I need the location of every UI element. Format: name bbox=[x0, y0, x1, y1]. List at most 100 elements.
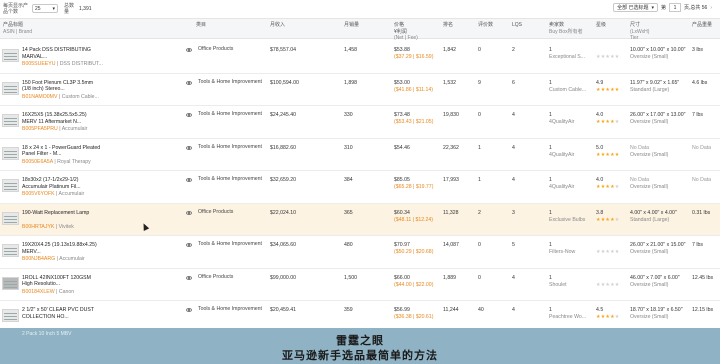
revenue: $20,459.41 bbox=[270, 307, 296, 313]
header-price[interactable]: 价格 ¥利润 (Net | Fee) bbox=[394, 22, 418, 42]
asin-link[interactable]: B005PFA5PRU bbox=[22, 126, 58, 132]
product-title[interactable]: 16X25X5 (15.38x25.5x5.25) MERV 11 Afterm… bbox=[22, 112, 102, 125]
product-thumbnail[interactable] bbox=[2, 49, 19, 62]
monthly-sales: 365 bbox=[344, 209, 353, 216]
product-title[interactable]: 2 1/2" x 50' CLEAR PVC DUST COLLECTION H… bbox=[22, 307, 102, 320]
buybox-owner: Shoulet bbox=[549, 281, 567, 288]
eye-icon[interactable] bbox=[186, 243, 192, 247]
price: $56.99 bbox=[394, 307, 410, 313]
product-weight: 12.15 lbs bbox=[692, 307, 714, 313]
product-thumbnail[interactable] bbox=[2, 211, 19, 225]
header-lqs[interactable]: LQS bbox=[512, 22, 522, 29]
size-tier: Oversize (Small) bbox=[630, 314, 669, 320]
eye-icon[interactable] bbox=[186, 275, 192, 280]
product-title[interactable]: 190-Watt Replacement Lamp bbox=[22, 210, 102, 217]
per-page-select[interactable]: 25 ▾ bbox=[32, 4, 58, 13]
page-suffix: 页,总共 56 bbox=[683, 5, 708, 11]
eye-icon[interactable] bbox=[186, 80, 192, 85]
header-size[interactable]: 尺寸 (LxWxH) Tier bbox=[630, 22, 649, 42]
category: Tools & Home Improvement bbox=[198, 176, 263, 182]
monthly-sales: 330 bbox=[344, 112, 353, 118]
net-fee: ($48.11 | $12.24) bbox=[394, 216, 434, 223]
seller-count: 1 bbox=[549, 47, 552, 53]
product-title[interactable]: 150 Foot Plenum CL3P 3.5mm (1/8 inch) St… bbox=[22, 80, 102, 93]
header-buybox: Buy Box所有者 bbox=[549, 28, 583, 35]
next-page-icon[interactable]: › bbox=[710, 5, 712, 11]
category: Office Products bbox=[198, 208, 234, 215]
price: $66.00 bbox=[394, 274, 410, 281]
product-title[interactable]: 18x30x2 (17-1/2x29-1/2) Accumulair Plati… bbox=[22, 177, 102, 190]
header-sales[interactable]: 月销量 bbox=[344, 22, 359, 29]
filter-select[interactable]: 全部 已选标题 ▾ bbox=[613, 3, 658, 12]
product-thumbnail[interactable] bbox=[2, 146, 19, 160]
buybox-owner: 4QualityAir bbox=[549, 151, 575, 158]
asin-link[interactable]: B005SUEEYU bbox=[22, 61, 55, 67]
dimensions: 26.00" x 17.00" x 13.00" bbox=[630, 112, 686, 118]
asin-link[interactable]: B00HRTAJYK bbox=[22, 224, 54, 230]
asin-link[interactable]: B0050E6A5A bbox=[22, 159, 53, 165]
buybox-owner: Filters-Now bbox=[549, 249, 576, 255]
eye-icon[interactable] bbox=[186, 178, 192, 182]
asin-link[interactable]: B005V6YOFK bbox=[22, 191, 55, 197]
category: Office Products bbox=[198, 46, 234, 52]
product-thumbnail[interactable] bbox=[2, 114, 19, 127]
eye-icon[interactable] bbox=[186, 48, 192, 52]
rank: 14,087 bbox=[443, 242, 459, 248]
asin-link[interactable]: B01NAMO0MV bbox=[22, 94, 57, 100]
table-row[interactable]: 18x30x2 (17-1/2x29-1/2) Accumulair Plati… bbox=[0, 171, 720, 204]
eye-icon[interactable] bbox=[186, 145, 192, 150]
eye-icon[interactable] bbox=[186, 308, 192, 312]
product-title[interactable]: 18 x 24 x 1 - PowerGuard Pleated Panel F… bbox=[22, 145, 102, 158]
rating-value: 4.9 bbox=[596, 79, 604, 86]
table-row[interactable]: 150 Foot Plenum CL3P 3.5mm (1/8 inch) St… bbox=[0, 73, 720, 106]
table-row[interactable]: 18 x 24 x 1 - PowerGuard Pleated Panel F… bbox=[0, 138, 720, 171]
star-rating: ★★★★★ bbox=[596, 119, 619, 125]
header-rank[interactable]: 排名 bbox=[443, 22, 453, 29]
product-thumbnail[interactable] bbox=[2, 179, 19, 192]
header-category[interactable]: 类目 bbox=[196, 22, 206, 29]
star-rating: ★★★★★ bbox=[596, 87, 619, 93]
eye-icon[interactable] bbox=[186, 113, 192, 117]
review-count: 40 bbox=[478, 307, 484, 313]
revenue: $99,000.00 bbox=[270, 274, 296, 281]
header-rating[interactable]: 星级 bbox=[596, 22, 606, 29]
product-title[interactable]: 1ROLL 42INX100FT 120GSM High Resolutio..… bbox=[22, 275, 102, 288]
table-row[interactable]: 16X25X5 (15.38x25.5x5.25) MERV 11 Afterm… bbox=[0, 106, 720, 139]
dimensions: 18.70" x 18.19" x 6.50" bbox=[630, 307, 683, 313]
size-tier: Oversize (Small) bbox=[630, 151, 669, 158]
size-tier: Oversize (Small) bbox=[630, 249, 669, 255]
brand-name: Accumulair bbox=[61, 126, 88, 132]
header-revenue[interactable]: 月收入 bbox=[270, 22, 285, 29]
eye-icon[interactable] bbox=[186, 210, 192, 215]
header-reviews[interactable]: 评价数 bbox=[478, 22, 493, 29]
product-title[interactable]: 14 Pack DSS DISTRIBUTING MARVAL... bbox=[22, 47, 102, 60]
product-thumbnail[interactable] bbox=[2, 309, 19, 322]
product-title[interactable]: 19X20X4.25 (19.13x19.88x4.25) MERV... bbox=[22, 242, 102, 255]
product-thumbnail[interactable] bbox=[2, 81, 19, 95]
star-rating: ★★★★★ bbox=[596, 282, 619, 288]
product-thumbnail[interactable] bbox=[2, 244, 19, 257]
seller-count: 1 bbox=[549, 79, 552, 86]
size-tier: Standard (Large) bbox=[630, 216, 670, 223]
table-header: 产品标题 ASIN | Brand 类目 月收入 月销量 价格 ¥利润 (Net… bbox=[0, 18, 720, 42]
table-row[interactable]: 14 Pack DSS DISTRIBUTING MARVAL... B005SU… bbox=[0, 41, 720, 74]
header-weight[interactable]: 产品重量 bbox=[692, 22, 712, 29]
rank: 1,889 bbox=[443, 274, 456, 281]
star-icon: ★ bbox=[614, 314, 620, 320]
star-icon: ★ bbox=[614, 86, 620, 93]
asin-link[interactable]: B00NJB4ARG bbox=[22, 256, 55, 262]
header-sellers[interactable]: 卖家数 Buy Box所有者 bbox=[549, 22, 583, 35]
table-row[interactable]: 1ROLL 42INX100FT 120GSM High Resolutio..… bbox=[0, 268, 720, 301]
asin-brand: B00NJB4ARG | Accumulair bbox=[22, 256, 85, 262]
product-thumbnail[interactable] bbox=[2, 276, 19, 290]
page-input[interactable]: 1 bbox=[668, 3, 681, 12]
monthly-sales: 310 bbox=[344, 144, 353, 151]
seller-count: 1 bbox=[549, 307, 552, 313]
asin-link[interactable]: B00184XLEW bbox=[22, 289, 55, 295]
table-row[interactable]: 190-Watt Replacement Lamp B00HRTAJYK | Vi… bbox=[0, 203, 720, 236]
lqs-score: 4 bbox=[512, 177, 515, 183]
net-fee: ($53.43 | $21.05) bbox=[394, 119, 434, 125]
product-weight: 7 lbs bbox=[692, 112, 703, 118]
header-product[interactable]: 产品标题 ASIN | Brand bbox=[3, 22, 32, 35]
table-row[interactable]: 19X20X4.25 (19.13x19.88x4.25) MERV... B00… bbox=[0, 236, 720, 269]
